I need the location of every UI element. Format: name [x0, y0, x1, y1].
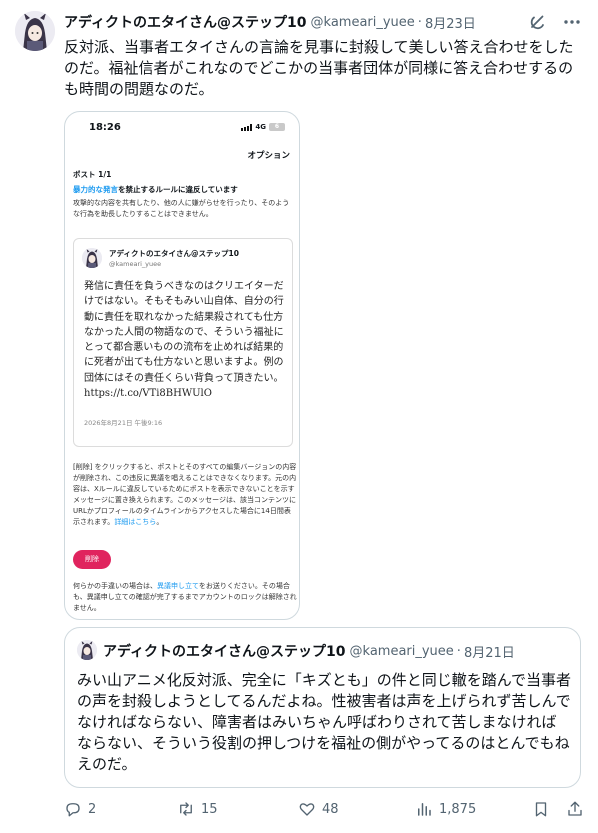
- quoted-author-name: アディクトのエタイさん@ステップ10: [103, 644, 346, 660]
- author-handle[interactable]: @kameari_yuee: [311, 15, 415, 30]
- quoted-text: みい山アニメ化反対派、完全に「キズとも」の件と同じ轍を踏んで当事者の声を封殺しよ…: [77, 671, 571, 773]
- phone-post-number: ポスト 1/1: [73, 170, 112, 179]
- quoted-header: アディクトのエタイさん@ステップ10 @kameari_yuee · 8月21日: [103, 641, 515, 661]
- attached-screenshot[interactable]: 18:26 4G 6 オプション ポスト 1/1 暴力的な発言を禁止するルールに…: [64, 111, 300, 620]
- embedded-post-body: 発信に責任を負うべきなのはクリエイターだけではない。そもそもみい山自体、自分の行…: [84, 281, 284, 400]
- views-icon: [418, 803, 431, 816]
- reply-count: 2: [88, 801, 97, 817]
- grok-icon[interactable]: [528, 12, 548, 32]
- phone-options: オプション: [247, 151, 290, 161]
- tweet-action-bar: 2 15 48 1,875: [64, 800, 584, 824]
- reply-button[interactable]: 2: [64, 800, 96, 818]
- tweet-top-actions: [528, 12, 582, 32]
- author-avatar[interactable]: [15, 11, 55, 51]
- author-name[interactable]: アディクトのエタイさん@ステップ10: [64, 12, 307, 32]
- battery-icon: 6: [269, 123, 285, 131]
- like-count: 48: [322, 801, 339, 817]
- phone-description: 攻撃的な内容を共有したり、他の人に嫌がらせを行ったり、そのような行為を助長したり…: [73, 199, 290, 218]
- tweet-header: アディクトのエタイさん@ステップ10 @kameari_yuee · 8月23日: [64, 12, 518, 32]
- delete-info-end: 。: [156, 518, 164, 526]
- like-button[interactable]: 48: [298, 800, 339, 818]
- phone-delete-info: [削除] をクリックすると、ポストとそのすべての編集バージョンの内容が削除され、…: [73, 462, 297, 528]
- phone-delete-button: 削除: [73, 550, 111, 569]
- heart-icon: [299, 803, 315, 816]
- phone-violation: 暴力的な発言を禁止するルールに違反しています: [73, 184, 295, 195]
- tweet-text: 反対派、当事者エタイさんの言論を見事に封殺して美しい答え合わせをしたのだ。福祉信…: [64, 38, 574, 98]
- quoted-author-handle: @kameari_yuee: [349, 643, 454, 659]
- delete-info-text: [削除] をクリックすると、ポストとそのすべての編集バージョンの内容が削除され、…: [73, 463, 297, 526]
- embedded-author-name: アディクトのエタイさん@ステップ10: [109, 249, 239, 258]
- embedded-post-date: 2026年8月21日 午後9:16: [84, 419, 163, 427]
- phone-time: 18:26: [89, 122, 121, 133]
- quoted-date: 8月21日: [463, 645, 515, 661]
- tweet-date[interactable]: 8月23日: [425, 13, 476, 32]
- delete-info-link: 詳細はこちら: [114, 518, 157, 526]
- separator-dot: ·: [417, 14, 422, 30]
- repost-count: 15: [201, 801, 218, 817]
- share-button[interactable]: [566, 800, 584, 818]
- bookmark-icon: [535, 802, 547, 817]
- phone-status-bar: 18:26 4G 6: [65, 112, 299, 142]
- signal-bars-icon: [241, 123, 253, 131]
- embedded-author-handle: @kameari_yuee: [109, 260, 162, 268]
- views-button[interactable]: 1,875: [415, 800, 476, 818]
- violation-rest: を禁止するルールに違反しています: [118, 185, 238, 194]
- violation-link: 暴力的な発言: [73, 185, 118, 194]
- repost-button[interactable]: 15: [177, 800, 218, 818]
- appeal-link: 異議申し立て: [157, 582, 199, 590]
- embedded-avatar: [82, 248, 102, 268]
- network-label: 4G: [255, 123, 266, 131]
- quoted-separator-dot: ·: [456, 643, 461, 659]
- more-icon[interactable]: [562, 12, 582, 32]
- reply-icon: [66, 803, 80, 817]
- quoted-tweet[interactable]: アディクトのエタイさん@ステップ10 @kameari_yuee · 8月21日…: [64, 627, 581, 788]
- quoted-avatar: [77, 640, 97, 660]
- bookmark-button[interactable]: [532, 800, 550, 818]
- phone-appeal-info: 何らかの手違いの場合は、異議申し立てをお送りください。その場合も、異議申し立ての…: [73, 581, 297, 614]
- phone-embedded-post: アディクトのエタイさん@ステップ10 @kameari_yuee 発信に責任を負…: [73, 238, 293, 447]
- share-icon: [568, 801, 582, 816]
- repost-icon: [180, 802, 192, 816]
- phone-signal: 4G 6: [241, 123, 285, 131]
- appeal-pre: 何らかの手違いの場合は、: [73, 582, 157, 590]
- view-count: 1,875: [439, 801, 477, 817]
